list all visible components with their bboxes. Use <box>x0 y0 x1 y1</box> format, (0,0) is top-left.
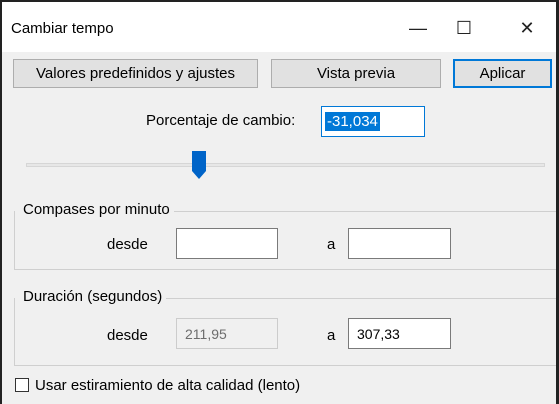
duration-to-value: 307,33 <box>357 326 400 342</box>
tempo-slider-thumb[interactable] <box>192 151 206 179</box>
change-tempo-dialog: Cambiar tempo — ☐ ✕ Valores predefinidos… <box>0 0 559 404</box>
duration-from-input: 211,95 <box>176 318 278 349</box>
maximize-button[interactable]: ☐ <box>441 12 487 44</box>
window-border-top <box>0 0 559 2</box>
percent-change-input[interactable]: -31,034 <box>321 106 425 137</box>
close-icon: ✕ <box>519 17 535 38</box>
title-bar: Cambiar tempo — ☐ ✕ <box>0 0 559 52</box>
percent-change-value: -31,034 <box>325 112 380 131</box>
duration-group-left <box>14 298 15 365</box>
duration-from-label: desde <box>107 327 148 344</box>
duration-to-input[interactable]: 307,33 <box>348 318 451 349</box>
bpm-group-left <box>14 211 15 269</box>
bpm-group-bottom <box>14 269 558 270</box>
presets-button[interactable]: Valores predefinidos y ajustes <box>13 59 258 88</box>
high-quality-checkbox[interactable] <box>15 378 29 392</box>
duration-group-bottom <box>14 365 558 366</box>
apply-button-label: Aplicar <box>479 65 526 82</box>
preview-button[interactable]: Vista previa <box>271 59 441 88</box>
preview-button-label: Vista previa <box>316 65 396 82</box>
bpm-to-label: a <box>327 236 336 253</box>
minimize-button[interactable]: — <box>395 12 441 44</box>
duration-group-title: Duración (segundos) <box>23 288 167 305</box>
bpm-group-title: Compases por minuto <box>23 201 174 218</box>
duration-to-label: a <box>327 327 336 344</box>
minimize-icon: — <box>409 17 427 38</box>
close-button[interactable]: ✕ <box>504 12 550 44</box>
tempo-slider-track[interactable] <box>26 163 545 167</box>
duration-from-value: 211,95 <box>185 326 227 342</box>
apply-button[interactable]: Aplicar <box>453 59 552 88</box>
window-border-left <box>0 0 2 404</box>
percent-change-label: Porcentaje de cambio: <box>146 112 296 129</box>
high-quality-label[interactable]: Usar estiramiento de alta calidad (lento… <box>35 377 300 394</box>
maximize-icon: ☐ <box>455 17 473 38</box>
bpm-from-input[interactable] <box>176 228 278 259</box>
window-title: Cambiar tempo <box>11 20 114 37</box>
bpm-to-input[interactable] <box>348 228 451 259</box>
bpm-from-label: desde <box>107 236 148 253</box>
presets-button-label: Valores predefinidos y ajustes <box>36 65 235 82</box>
